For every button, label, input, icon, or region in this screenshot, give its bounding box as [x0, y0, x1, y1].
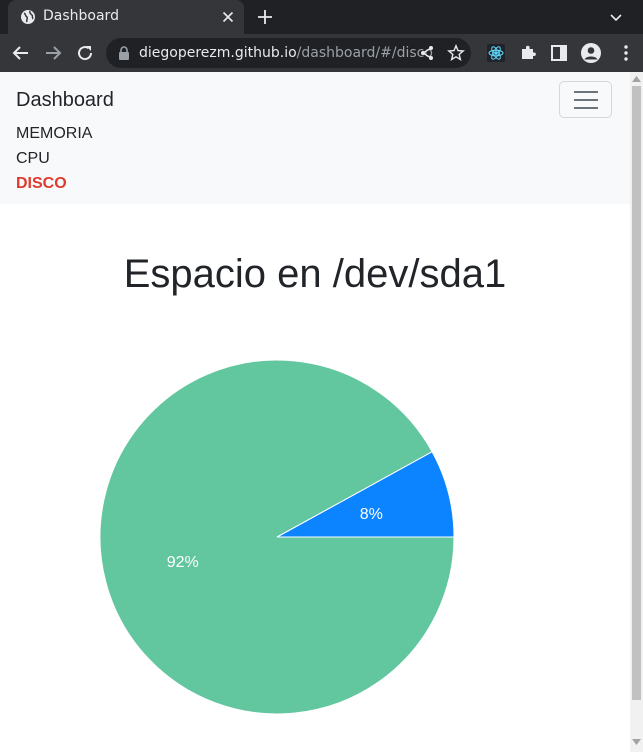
url-text[interactable]: diegoperezm.github.io/dashboard/#/disco	[139, 45, 433, 61]
close-icon[interactable]	[220, 9, 236, 25]
plus-icon[interactable]	[256, 8, 274, 26]
navbar-brand[interactable]: Dashboard	[16, 89, 114, 112]
scrollbar[interactable]	[630, 72, 643, 752]
navbar: Dashboard MEMORIA CPU DISCO	[0, 72, 630, 204]
globe-icon	[21, 10, 35, 24]
url-host: diegoperezm.github.io	[139, 45, 297, 61]
address-bar[interactable]: diegoperezm.github.io/dashboard/#/disco	[106, 38, 471, 68]
star-icon[interactable]	[447, 44, 465, 62]
page-title: Espacio en /dev/sda1	[123, 252, 507, 296]
back-arrow-icon[interactable]	[11, 43, 31, 63]
browser-tabstrip: Dashboard	[0, 0, 643, 34]
nav-link-cpu[interactable]: CPU	[16, 150, 50, 168]
browser-tab[interactable]: Dashboard	[8, 0, 244, 34]
browser-toolbar: diegoperezm.github.io/dashboard/#/disco	[0, 34, 643, 72]
scrollbar-thumb[interactable]	[632, 86, 641, 700]
more-vert-icon[interactable]	[616, 43, 636, 63]
pie-slice-label-0: 8%	[360, 506, 383, 523]
pie-chart: 8% 92%	[99, 359, 455, 715]
navbar-toggler-button[interactable]	[559, 81, 612, 118]
reload-icon[interactable]	[75, 43, 95, 63]
chevron-down-icon[interactable]	[608, 9, 624, 25]
lock-icon[interactable]	[117, 45, 131, 61]
scroll-up-arrow-icon[interactable]	[632, 75, 641, 83]
side-panel-icon[interactable]	[549, 43, 569, 63]
share-icon[interactable]	[418, 44, 436, 62]
pie-slice-1	[99, 359, 455, 715]
pie-slice-label-1: 92%	[167, 554, 199, 571]
tab-title: Dashboard	[43, 8, 119, 24]
nav-link-memoria[interactable]: MEMORIA	[16, 125, 92, 143]
nav-link-disco[interactable]: DISCO	[16, 175, 67, 193]
react-devtools-icon[interactable]	[486, 43, 506, 63]
page-viewport: Dashboard MEMORIA CPU DISCO Espacio en /…	[0, 72, 643, 752]
hamburger-icon	[574, 91, 598, 109]
profile-icon[interactable]	[580, 42, 602, 64]
scroll-down-arrow-icon[interactable]	[632, 738, 641, 746]
forward-arrow-icon[interactable]	[43, 43, 63, 63]
puzzle-icon[interactable]	[518, 43, 538, 63]
url-path: /dashboard/#/disco	[296, 45, 433, 61]
